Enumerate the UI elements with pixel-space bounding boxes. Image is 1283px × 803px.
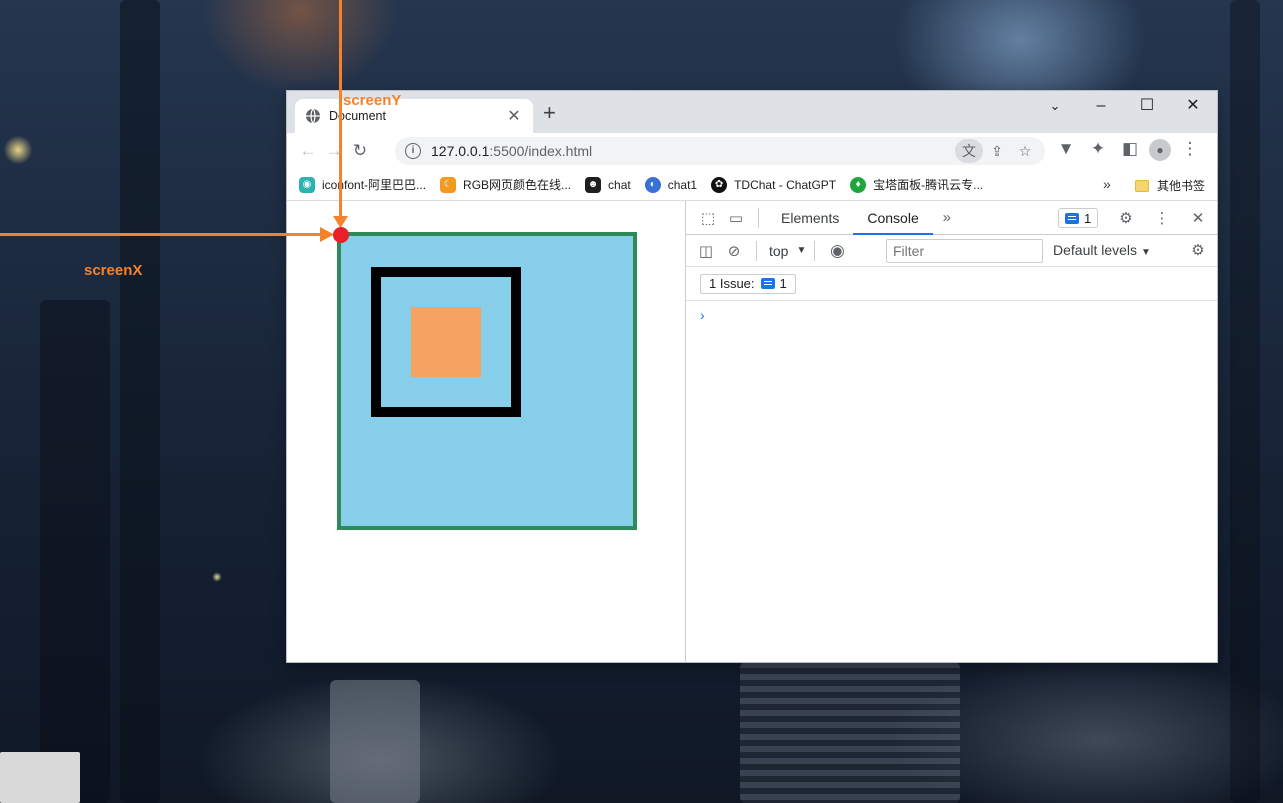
sidebar-toggle-icon[interactable]: ◫ — [692, 242, 720, 260]
arrow-head-right-icon — [320, 227, 334, 242]
screen-y-arrow — [339, 0, 342, 222]
site-info-icon[interactable]: i — [405, 143, 421, 159]
bookmark-baota[interactable]: ♦ 宝塔面板-腾讯云专... — [850, 176, 983, 193]
context-selector[interactable]: top ▼ — [769, 243, 806, 259]
inspect-element-icon[interactable]: ⬚ — [694, 209, 722, 227]
more-tabs-icon[interactable]: » — [933, 209, 961, 226]
settings-gear-icon[interactable]: ⚙ — [1114, 209, 1138, 227]
devtools-panel: ⬚ ▭ Elements Console » 1 ⚙ ⋮ ✕ ◫ ⊘ top ▼ … — [685, 201, 1217, 662]
page-viewport — [287, 201, 685, 662]
device-toolbar-icon[interactable]: ▭ — [722, 209, 750, 227]
caret-down-icon: ▼ — [1141, 247, 1151, 258]
devtools-menu-icon[interactable]: ⋮ — [1150, 209, 1174, 227]
maximize-button[interactable]: ☐ — [1132, 95, 1162, 117]
background-lantern — [330, 680, 420, 803]
log-levels-dropdown[interactable]: Default levels ▼ — [1053, 242, 1151, 258]
translate-icon[interactable]: 文 — [955, 139, 983, 163]
screen-x-arrow — [0, 233, 324, 236]
folder-icon — [1135, 179, 1149, 192]
devtools-tab-bar: ⬚ ▭ Elements Console » 1 ⚙ ⋮ ✕ — [686, 201, 1217, 235]
inner-box[interactable] — [411, 307, 481, 377]
screen-origin-dot — [333, 227, 349, 243]
extension-tools: ▼ ✦ ◧ ● ⋮ — [1053, 139, 1203, 161]
chat1-icon: ◐ — [644, 176, 661, 193]
openai-icon: ✿ — [711, 176, 728, 193]
divider — [814, 240, 816, 261]
chat-avatar-icon: ☻ — [585, 176, 602, 193]
screen-x-label: screenX — [84, 262, 143, 279]
console-filter-input[interactable] — [886, 239, 1043, 263]
middle-box[interactable] — [371, 267, 521, 417]
tab-elements[interactable]: Elements — [767, 201, 853, 235]
extensions-icon[interactable]: ✦ — [1085, 139, 1111, 161]
screen-y-label: screenY — [343, 92, 402, 109]
tab-document[interactable]: Document ✕ — [295, 99, 533, 133]
url-text[interactable]: 127.0.0.1:5500/index.html — [431, 143, 955, 159]
profile-avatar[interactable]: ● — [1149, 139, 1171, 161]
divider — [756, 240, 757, 261]
outer-box[interactable] — [337, 232, 637, 530]
back-icon[interactable]: ← — [295, 141, 321, 161]
tab-title: Document — [329, 109, 386, 123]
issues-link[interactable]: 1 Issue: 1 — [700, 273, 796, 294]
forward-icon[interactable]: → — [321, 141, 347, 161]
issues-badge[interactable]: 1 — [1058, 208, 1099, 228]
title-bar: Document ✕ + ⌄ – ☐ ✕ — [287, 91, 1217, 133]
close-devtools-icon[interactable]: ✕ — [1186, 209, 1210, 227]
bookmark-iconfont[interactable]: ◉ iconfont-阿里巴巴... — [299, 176, 426, 193]
menu-icon[interactable]: ⋮ — [1177, 139, 1203, 161]
share-icon[interactable]: ⇪ — [983, 139, 1011, 163]
vue-devtools-icon[interactable]: ▼ — [1053, 139, 1079, 161]
other-bookmarks-folder[interactable]: 其他书签 — [1135, 177, 1205, 194]
background-sign — [0, 752, 80, 803]
console-settings-gear-icon[interactable]: ⚙ — [1186, 241, 1210, 259]
tab-console[interactable]: Console — [853, 201, 933, 235]
iconfont-icon: ◉ — [299, 176, 315, 193]
bookmark-tdchat[interactable]: ✿ TDChat - ChatGPT — [711, 176, 836, 193]
message-icon — [1065, 212, 1079, 224]
address-bar[interactable]: i 127.0.0.1:5500/index.html 文 ⇪ ☆ — [395, 137, 1045, 165]
issues-row: 1 Issue: 1 — [686, 267, 1217, 301]
globe-icon — [306, 108, 320, 124]
reload-icon[interactable]: ↻ — [347, 141, 373, 161]
background-tree — [40, 300, 110, 803]
bookmarks-overflow-button[interactable]: » — [1103, 176, 1111, 192]
bookmark-star-icon[interactable]: ☆ — [1011, 139, 1039, 163]
minimize-button[interactable]: – — [1086, 95, 1116, 117]
bookmark-rgb-colors[interactable]: ☾ RGB网页颜色在线... — [440, 176, 571, 193]
moon-icon: ☾ — [440, 176, 457, 193]
new-tab-button[interactable]: + — [543, 102, 556, 124]
live-expression-eye-icon[interactable]: ◉ — [823, 241, 851, 261]
background-tree — [120, 0, 160, 803]
bookmark-chat1[interactable]: ◐ chat1 — [644, 176, 697, 193]
shield-icon: ♦ — [850, 176, 867, 193]
close-tab-icon[interactable]: ✕ — [505, 106, 523, 126]
caret-down-icon: ▼ — [796, 245, 807, 256]
background-tree — [1230, 0, 1260, 803]
console-toolbar: ◫ ⊘ top▼ ◉ Default levels▼ ⚙ — [686, 235, 1217, 267]
side-panel-icon[interactable]: ◧ — [1117, 139, 1143, 161]
tab-search-icon[interactable]: ⌄ — [1040, 95, 1070, 117]
background-stairs — [740, 662, 960, 803]
browser-window: Document ✕ + ⌄ – ☐ ✕ ← → ↻ i 127.0.0.1:5… — [287, 91, 1217, 662]
bookmarks-bar: ◉ iconfont-阿里巴巴... ☾ RGB网页颜色在线... ☻ chat ◐ c… — [287, 169, 1217, 201]
bookmark-chat[interactable]: ☻ chat — [585, 176, 631, 193]
clear-console-icon[interactable]: ⊘ — [720, 242, 748, 260]
divider — [758, 207, 759, 228]
browser-toolbar: ← → ↻ i 127.0.0.1:5500/index.html 文 ⇪ ☆ … — [287, 133, 1217, 169]
message-icon — [760, 278, 775, 289]
close-window-button[interactable]: ✕ — [1178, 95, 1208, 117]
console-prompt[interactable]: › — [686, 301, 1217, 323]
